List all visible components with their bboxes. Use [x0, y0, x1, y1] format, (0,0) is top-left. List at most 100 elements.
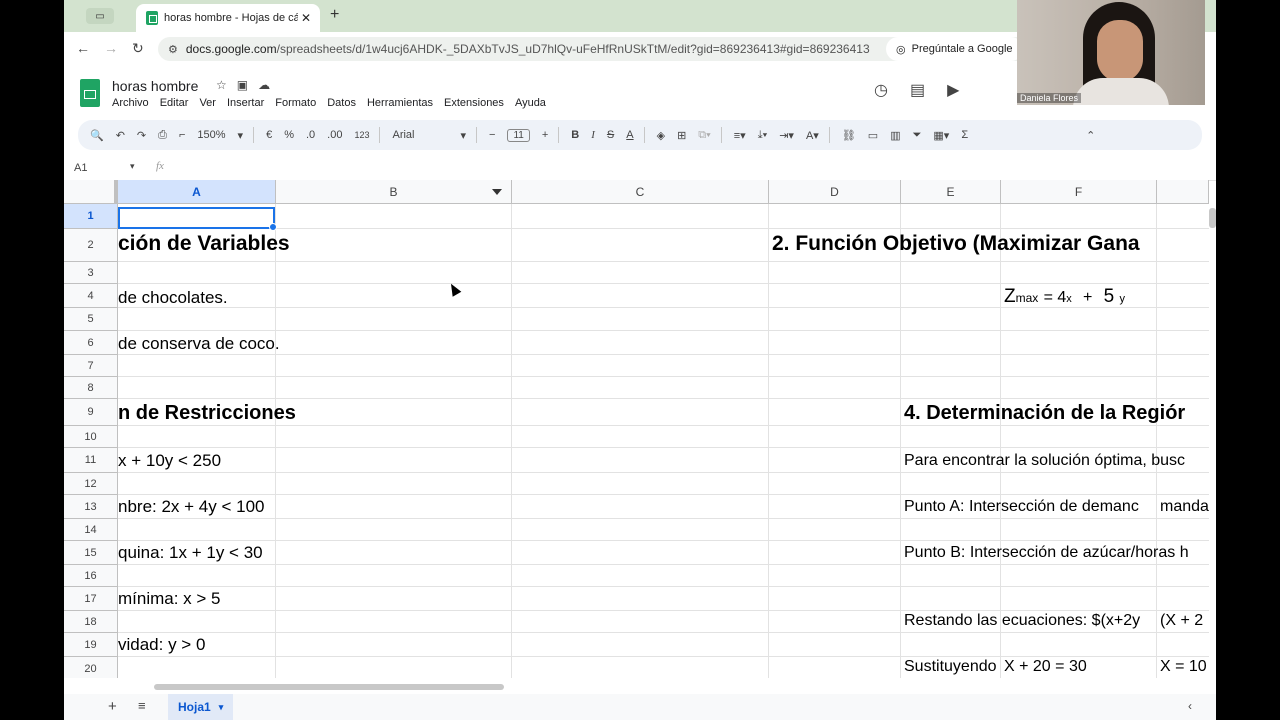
row-header[interactable]: 20	[64, 657, 118, 678]
cell-e13[interactable]: Punto A: Intersección de demanc	[904, 498, 1156, 516]
filter-views-icon[interactable]: ▦▾	[933, 129, 949, 142]
cell-e18[interactable]: Restando las ecuaciones: $(x+2y	[904, 612, 1156, 630]
cell-e4-formula[interactable]: Zmax = 4x + 5 y	[1004, 286, 1125, 308]
cell-e20[interactable]: Sustituyendo	[904, 658, 1000, 676]
borders-icon[interactable]: ⊞	[677, 129, 686, 142]
row-header[interactable]: 5	[64, 308, 118, 331]
select-all-corner[interactable]	[64, 180, 118, 204]
name-box-dropdown-icon[interactable]: ▾	[130, 161, 135, 172]
menu-editar[interactable]: Editar	[160, 97, 189, 109]
document-title[interactable]: horas hombre	[112, 78, 198, 94]
sheet-tab-dropdown-icon[interactable]: ▾	[219, 702, 224, 713]
menu-herramientas[interactable]: Herramientas	[367, 97, 433, 109]
meet-icon[interactable]: ▶	[947, 80, 959, 100]
strikethrough-button[interactable]: S	[607, 129, 614, 141]
bold-button[interactable]: B	[571, 129, 579, 141]
menu-extensiones[interactable]: Extensiones	[444, 97, 504, 109]
reload-icon[interactable]: ↻	[132, 40, 144, 57]
column-header-d[interactable]: D	[769, 180, 901, 204]
cell-d2[interactable]: 2. Función Objetivo (Maximizar Gana	[772, 232, 1209, 256]
collapse-toolbar-icon[interactable]: ⌃	[1086, 129, 1095, 142]
column-header-a[interactable]: A	[118, 180, 276, 204]
cell-a15[interactable]: quina: 1x + 1y < 30	[118, 543, 263, 563]
cell-a11[interactable]: x + 10y < 250	[118, 451, 221, 471]
row-header[interactable]: 16	[64, 565, 118, 587]
row-header[interactable]: 6	[64, 331, 118, 355]
menu-archivo[interactable]: Archivo	[112, 97, 149, 109]
star-icon[interactable]: ☆	[216, 78, 237, 92]
cell-f18[interactable]: (X + 2	[1160, 612, 1209, 630]
cell-e9[interactable]: 4. Determinación de la Regiór	[904, 402, 1209, 425]
insert-chart-icon[interactable]: ▥	[890, 129, 900, 142]
cell-a19[interactable]: vidad: y > 0	[118, 635, 205, 655]
cell-a4[interactable]: de chocolates.	[118, 288, 228, 308]
increase-font-size-icon[interactable]: +	[542, 129, 548, 141]
sheets-logo-icon[interactable]	[80, 79, 100, 107]
number-format-button[interactable]: 123	[354, 130, 369, 140]
cell-a17[interactable]: mínima: x > 5	[118, 589, 221, 609]
row-header[interactable]: 7	[64, 355, 118, 377]
zoom-select[interactable]: 150%	[197, 129, 225, 141]
cell-a6[interactable]: de conserva de coco.	[118, 334, 280, 354]
sheet-tab-hoja1[interactable]: Hoja1 ▾	[168, 694, 234, 720]
horizontal-scrollbar[interactable]	[154, 684, 504, 690]
print-icon[interactable]: ⎙	[158, 129, 167, 142]
undo-icon[interactable]: ↶	[116, 129, 125, 142]
cell-f20[interactable]: X = 10	[1160, 658, 1209, 676]
text-wrap-icon[interactable]: ⇥▾	[779, 129, 794, 142]
row-header[interactable]: 18	[64, 611, 118, 633]
new-tab-button[interactable]: +	[330, 6, 339, 24]
merge-cells-icon[interactable]: ⧉▾	[698, 129, 710, 142]
font-size-input[interactable]: 11	[507, 128, 530, 142]
back-arrow-icon[interactable]: ←	[76, 40, 90, 56]
filter-icon[interactable]: ⏷	[913, 129, 922, 142]
row-header[interactable]: 9	[64, 399, 118, 426]
zoom-dropdown-icon[interactable]: ▾	[238, 129, 244, 142]
column-header-e[interactable]: E	[901, 180, 1001, 204]
insert-comment-icon[interactable]: ▭	[868, 129, 878, 142]
menu-ver[interactable]: Ver	[199, 97, 216, 109]
menu-ayuda[interactable]: Ayuda	[515, 97, 546, 109]
all-sheets-icon[interactable]: ≡	[138, 698, 146, 713]
font-dropdown-icon[interactable]: ▾	[460, 129, 466, 142]
row-header[interactable]: 3	[64, 262, 118, 284]
row-header[interactable]: 8	[64, 377, 118, 399]
percent-format-button[interactable]: %	[284, 129, 294, 141]
name-box[interactable]: A1	[74, 162, 87, 174]
decrease-decimal-button[interactable]: .0	[306, 129, 315, 141]
site-info-icon[interactable]: ⚙	[168, 43, 178, 56]
text-color-button[interactable]: A	[626, 129, 633, 141]
vertical-align-icon[interactable]: ⤓▾	[758, 129, 767, 142]
history-icon[interactable]: ◷	[874, 80, 888, 100]
row-header[interactable]: 19	[64, 633, 118, 657]
redo-icon[interactable]: ↷	[137, 129, 146, 142]
column-header-c[interactable]: C	[512, 180, 769, 204]
row-header[interactable]: 4	[64, 284, 118, 308]
menu-formato[interactable]: Formato	[275, 97, 316, 109]
cell-e15[interactable]: Punto B: Intersección de azúcar/horas h	[904, 544, 1209, 562]
horizontal-align-icon[interactable]: ≡▾	[734, 129, 746, 142]
increase-decimal-button[interactable]: .00	[327, 129, 342, 141]
font-family-select[interactable]: Arial	[392, 129, 448, 141]
forward-arrow-icon[interactable]: →	[104, 40, 118, 56]
row-header[interactable]: 12	[64, 473, 118, 495]
add-sheet-icon[interactable]: +	[108, 698, 117, 715]
row-header[interactable]: 1	[64, 204, 118, 229]
row-header[interactable]: 17	[64, 587, 118, 611]
column-header-f[interactable]: F	[1001, 180, 1157, 204]
menu-datos[interactable]: Datos	[327, 97, 356, 109]
decrease-font-size-icon[interactable]: −	[489, 129, 495, 141]
currency-format-button[interactable]: €	[266, 129, 272, 141]
column-header-b[interactable]: B	[276, 180, 512, 204]
spreadsheet-grid[interactable]: A B C D E F 1 2 3 4 5 6 7 8 9 10 11 12 1…	[64, 180, 1209, 678]
row-header[interactable]: 14	[64, 519, 118, 541]
italic-button[interactable]: I	[591, 129, 595, 141]
cell-a2[interactable]: ción de Variables	[118, 232, 290, 256]
column-b-filter-icon[interactable]	[492, 189, 502, 195]
row-header[interactable]: 13	[64, 495, 118, 519]
ask-google-button[interactable]: ◎ Pregúntale a Google	[886, 37, 1023, 61]
cell-a13[interactable]: nbre: 2x + 4y < 100	[118, 497, 265, 517]
row-header[interactable]: 15	[64, 541, 118, 565]
browser-tab[interactable]: horas hombre - Hojas de cálc ✕	[136, 4, 320, 32]
cell-e11[interactable]: Para encontrar la solución óptima, busc	[904, 452, 1209, 470]
